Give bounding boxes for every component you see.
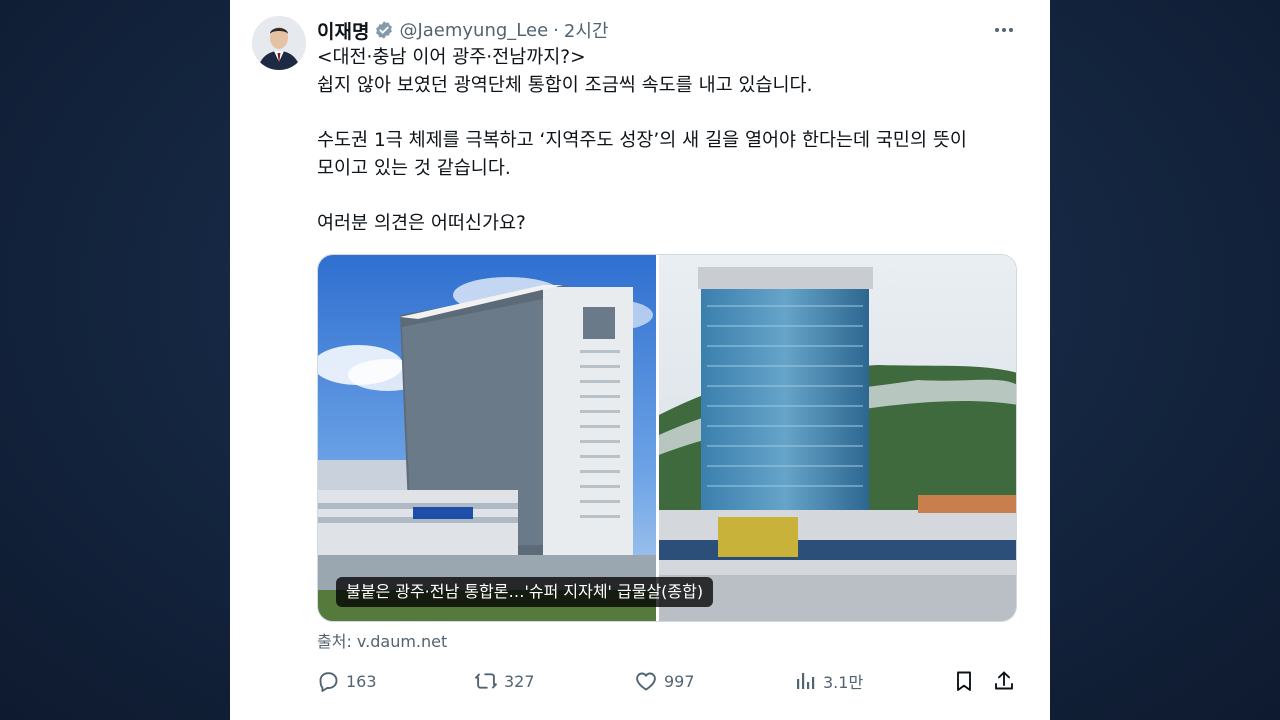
media-headline-caption: 불붙은 광주·전남 통합론…'슈퍼 지자체' 급물살(종합) [336,577,714,607]
tweet-text: <대전·충남 이어 광주·전남까지?> 쉽지 않아 보였던 광역단체 통합이 조… [317,44,1017,238]
tweet-time[interactable]: 2시간 [564,17,609,43]
views-button[interactable]: 3.1만 [793,668,863,694]
separator-dot: · [553,19,559,41]
source-link[interactable]: 출처: v.daum.net [317,628,447,652]
reply-icon [319,672,338,692]
heart-icon [636,672,656,691]
link-preview-image[interactable]: 불붙은 광주·전남 통합론…'슈퍼 지자체' 급물살(종합) [317,254,1017,622]
share-icon [995,671,1013,690]
tweet-card: 이재명 @Jaemyung_Lee · 2시간 <대전·충남 이어 광주·전남까… [230,0,1050,720]
bookmark-button[interactable] [952,668,976,694]
like-count: 997 [664,671,695,691]
like-button[interactable]: 997 [634,668,695,694]
more-options-button[interactable] [992,18,1016,42]
reply-button[interactable]: 163 [316,668,377,694]
retweet-count: 327 [504,671,535,691]
author-name[interactable]: 이재명 [317,17,369,44]
avatar[interactable] [252,16,306,70]
bookmark-icon [957,671,971,691]
retweet-icon [475,673,497,689]
government-buildings-photo [318,255,1016,621]
more-dots-icon [995,28,1013,32]
verified-badge-icon [376,21,393,39]
analytics-bar-icon [797,673,815,689]
tweet-line: 쉽지 않아 보였던 광역단체 통합이 조금씩 속도를 내고 있습니다. [317,75,813,96]
tweet-line-title: <대전·충남 이어 광주·전남까지?> [317,47,586,68]
tweet-header: 이재명 @Jaemyung_Lee · 2시간 [317,16,608,44]
tweet-line-question: 여러분 의견은 어떠신가요? [317,213,526,234]
share-button[interactable] [992,668,1016,694]
author-handle[interactable]: @Jaemyung_Lee [399,20,548,41]
avatar-portrait-image [252,16,306,70]
retweet-button[interactable]: 327 [474,668,535,694]
view-count: 3.1만 [823,673,864,692]
reply-count: 163 [346,671,377,691]
tweet-line: 모이고 있는 것 같습니다. [317,158,511,179]
tweet-line: 수도권 1극 체제를 극복하고 ‘지역주도 성장’의 새 길을 열어야 한다는데… [317,130,967,151]
